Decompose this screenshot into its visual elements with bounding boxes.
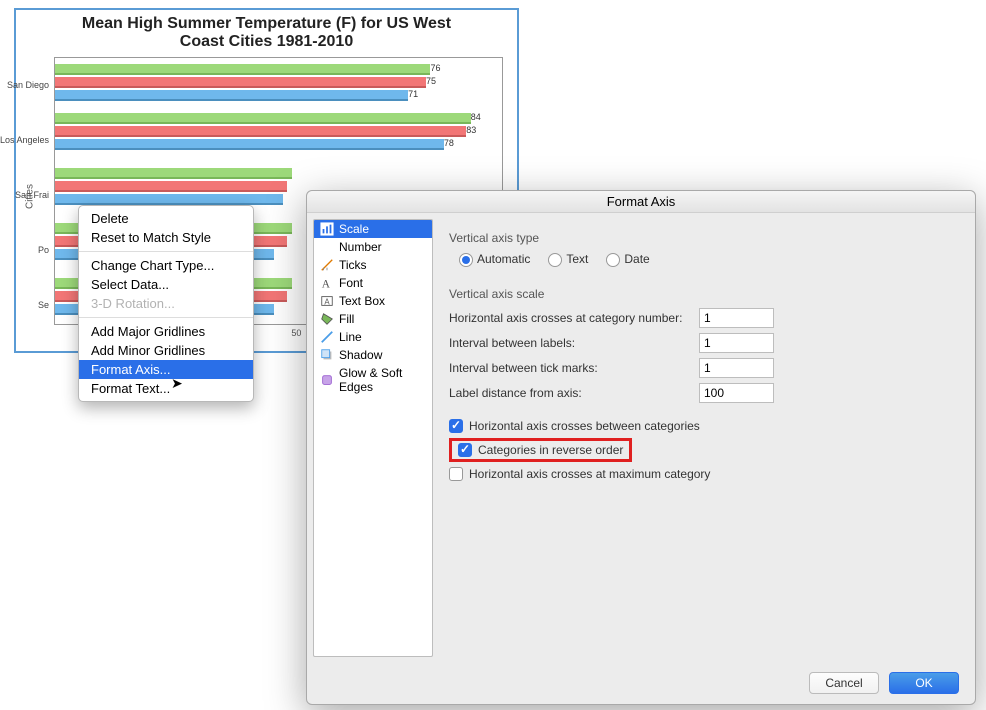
sidebar-item-scale[interactable]: Scale bbox=[314, 220, 432, 238]
radio-text[interactable]: Text bbox=[548, 252, 588, 267]
sidebar-item-label: Fill bbox=[339, 312, 354, 326]
ctx-separator bbox=[79, 251, 253, 252]
radio-automatic[interactable]: Automatic bbox=[459, 252, 530, 267]
category-label: San Frai bbox=[15, 190, 49, 200]
sidebar-item-label: Line bbox=[339, 330, 362, 344]
section-header-axis-scale: Vertical axis scale bbox=[449, 287, 959, 301]
interval-labels-input[interactable] bbox=[699, 333, 774, 353]
checkbox-label: Horizontal axis crosses between categori… bbox=[469, 419, 700, 433]
category-label: Los Angeles bbox=[0, 135, 49, 145]
category-label: Po bbox=[38, 245, 49, 255]
ctx-select-data[interactable]: Select Data... bbox=[79, 275, 253, 294]
line-icon bbox=[320, 330, 334, 344]
category-label: Se bbox=[38, 300, 49, 310]
sidebar-item-shadow[interactable]: Shadow bbox=[314, 346, 432, 364]
check-crosses-between[interactable]: Horizontal axis crosses between categori… bbox=[449, 419, 959, 433]
checkbox-icon bbox=[449, 419, 463, 433]
sidebar-item-fill[interactable]: Fill bbox=[314, 310, 432, 328]
section-header-axis-type: Vertical axis type bbox=[449, 231, 959, 245]
sidebar-item-label: Font bbox=[339, 276, 363, 290]
interval-ticks-input[interactable] bbox=[699, 358, 774, 378]
svg-text:A: A bbox=[324, 298, 330, 307]
dialog-title: Format Axis bbox=[307, 191, 975, 213]
interval-ticks-label: Interval between tick marks: bbox=[449, 361, 699, 375]
sidebar-item-label: Number bbox=[339, 240, 382, 254]
ctx-separator bbox=[79, 317, 253, 318]
glow-icon bbox=[320, 373, 334, 387]
ctx-delete[interactable]: Delete bbox=[79, 209, 253, 228]
scale-icon bbox=[320, 222, 334, 236]
highlight-box: Categories in reverse order bbox=[449, 438, 632, 462]
label-distance-label: Label distance from axis: bbox=[449, 386, 699, 400]
fill-icon bbox=[320, 312, 334, 326]
number-icon bbox=[320, 240, 334, 254]
interval-labels-label: Interval between labels: bbox=[449, 336, 699, 350]
ctx-format-text[interactable]: Format Text... bbox=[79, 379, 253, 398]
font-icon: A bbox=[320, 276, 334, 290]
svg-text:A: A bbox=[322, 278, 331, 290]
ctx-reset-match-style[interactable]: Reset to Match Style bbox=[79, 228, 253, 247]
crosses-at-label: Horizontal axis crosses at category numb… bbox=[449, 311, 699, 325]
ctx-add-major-gridlines[interactable]: Add Major Gridlines bbox=[79, 322, 253, 341]
ticks-icon bbox=[320, 258, 334, 272]
x-tick: 50 bbox=[291, 328, 301, 338]
dialog-sidebar: Scale Number Ticks A Font A Text Box bbox=[307, 213, 439, 704]
ctx-add-minor-gridlines[interactable]: Add Minor Gridlines bbox=[79, 341, 253, 360]
radio-date[interactable]: Date bbox=[606, 252, 649, 267]
cursor-icon: ➤ bbox=[171, 375, 183, 392]
checkbox-label: Categories in reverse order bbox=[478, 443, 623, 457]
sidebar-item-font[interactable]: A Font bbox=[314, 274, 432, 292]
sidebar-item-line[interactable]: Line bbox=[314, 328, 432, 346]
sidebar-item-label: Ticks bbox=[339, 258, 367, 272]
sidebar-item-label: Scale bbox=[339, 222, 369, 236]
ok-button[interactable]: OK bbox=[889, 672, 959, 694]
label-distance-input[interactable] bbox=[699, 383, 774, 403]
check-reverse-order[interactable]: Categories in reverse order bbox=[458, 443, 623, 457]
shadow-icon bbox=[320, 348, 334, 362]
crosses-at-input[interactable] bbox=[699, 308, 774, 328]
sidebar-item-ticks[interactable]: Ticks bbox=[314, 256, 432, 274]
sidebar-item-label: Glow & Soft Edges bbox=[339, 366, 426, 394]
sidebar-item-number[interactable]: Number bbox=[314, 238, 432, 256]
sidebar-item-glow[interactable]: Glow & Soft Edges bbox=[314, 364, 432, 396]
sidebar-item-text-box[interactable]: A Text Box bbox=[314, 292, 432, 310]
format-axis-dialog: Format Axis Scale Number Ticks A Font bbox=[306, 190, 976, 705]
chart-title: Mean High Summer Temperature (F) for US … bbox=[16, 10, 517, 51]
context-menu: Delete Reset to Match Style Change Chart… bbox=[78, 205, 254, 402]
checkbox-label: Horizontal axis crosses at maximum categ… bbox=[469, 467, 710, 481]
ctx-3d-rotation: 3-D Rotation... bbox=[79, 294, 253, 313]
dialog-main: Vertical axis type Automatic Text Date V… bbox=[439, 213, 975, 704]
checkbox-icon bbox=[458, 443, 472, 457]
sidebar-item-label: Text Box bbox=[339, 294, 385, 308]
category-label: San Diego bbox=[7, 80, 49, 90]
ctx-change-chart-type[interactable]: Change Chart Type... bbox=[79, 256, 253, 275]
sidebar-item-label: Shadow bbox=[339, 348, 382, 362]
check-crosses-max[interactable]: Horizontal axis crosses at maximum categ… bbox=[449, 467, 959, 481]
textbox-icon: A bbox=[320, 294, 334, 308]
cancel-button[interactable]: Cancel bbox=[809, 672, 879, 694]
ctx-format-axis[interactable]: Format Axis... bbox=[79, 360, 253, 379]
checkbox-icon bbox=[449, 467, 463, 481]
